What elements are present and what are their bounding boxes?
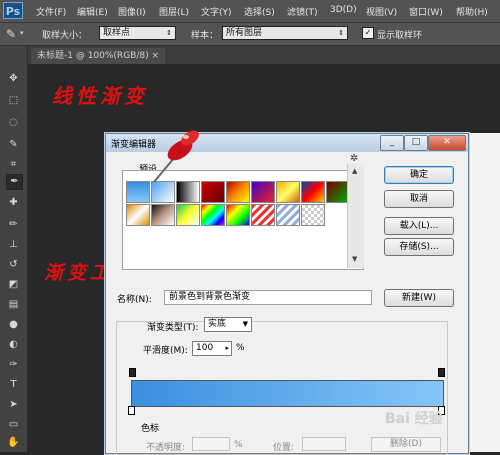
minimize-icon[interactable]: _ [380, 135, 404, 151]
eraser-tool-icon[interactable]: ◩ [6, 278, 21, 292]
name-label: 名称(N): [117, 295, 152, 305]
chevron-right-icon[interactable]: ▸ [225, 342, 229, 355]
menu-bar: Ps 文件(F) 编辑(E) 图像(I) 图层(L) 文字(Y) 选择(S) 滤… [0, 0, 500, 23]
preset-swatch[interactable] [151, 204, 175, 226]
type-tool-icon[interactable]: T [6, 378, 21, 392]
menu-view[interactable]: 视图(V) [366, 5, 397, 18]
maximize-icon[interactable]: □ [404, 135, 428, 151]
sample-select[interactable]: 所有图层 ⇕ [222, 26, 348, 40]
preset-swatch[interactable] [176, 204, 200, 226]
smoothness-field[interactable]: 100 ▸ [192, 341, 232, 356]
path-select-tool-icon[interactable]: ➤ [6, 398, 21, 412]
crop-tool-icon[interactable]: ⌗ [6, 158, 21, 172]
location-label: 位置: [273, 443, 295, 453]
clone-stamp-tool-icon[interactable]: ⊥ [6, 238, 21, 252]
lasso-tool-icon[interactable]: ◌ [6, 116, 21, 130]
preset-swatch[interactable] [301, 204, 325, 226]
shape-tool-icon[interactable]: ▭ [6, 418, 21, 432]
delete-button[interactable]: 删除(D) [371, 437, 441, 452]
preset-swatch[interactable] [251, 204, 275, 226]
opacity-stop-left[interactable] [129, 368, 136, 377]
show-ring-label: 显示取样环 [377, 31, 423, 41]
menu-3d[interactable]: 3D(D) [330, 5, 357, 15]
preset-swatch[interactable] [301, 181, 325, 203]
menu-select[interactable]: 选择(S) [244, 5, 275, 18]
brush-tool-icon[interactable]: ✏ [6, 218, 21, 232]
document-tab[interactable]: 未标题-1 @ 100%(RGB/8) × [31, 48, 166, 64]
sample-label: 样本： [191, 31, 219, 41]
hand-tool-icon[interactable]: ✋ [6, 436, 21, 450]
quick-select-tool-icon[interactable]: ✎ [6, 138, 21, 152]
chevron-down-icon: ▼ [242, 320, 248, 328]
menu-edit[interactable]: 编辑(E) [77, 5, 108, 18]
menu-image[interactable]: 图像(I) [118, 5, 146, 18]
healing-brush-tool-icon[interactable]: ✚ [6, 196, 21, 210]
dodge-tool-icon[interactable]: ◐ [6, 338, 21, 352]
opacity-field[interactable] [192, 437, 230, 451]
watermark: Bai 经验 [385, 411, 443, 427]
gradient-tool-icon[interactable]: ▤ [6, 298, 21, 312]
chevron-down-icon[interactable]: ▾ [20, 29, 24, 37]
menu-file[interactable]: 文件(F) [36, 5, 66, 18]
smoothness-unit: % [236, 343, 245, 353]
scroll-up-icon[interactable]: ▲ [352, 167, 357, 175]
name-field[interactable]: 前景色到背景色渐变 [164, 290, 372, 305]
menu-layer[interactable]: 图层(L) [159, 5, 189, 18]
document-tab-bar: 未标题-1 @ 100%(RGB/8) × [27, 46, 500, 64]
photoshop-logo: Ps [3, 2, 23, 19]
gear-icon[interactable]: ✲ [350, 153, 358, 164]
pen-tool-icon[interactable]: ✑ [6, 358, 21, 372]
preset-swatch[interactable] [251, 181, 275, 203]
sample-size-select[interactable]: 取样点 ⇕ [99, 26, 176, 40]
marquee-tool-icon[interactable]: ⬚ [6, 94, 21, 108]
preset-swatch[interactable] [126, 181, 150, 203]
tools-panel: ✥ ⬚ ◌ ✎ ⌗ ✒ ✚ ✏ ⊥ ↺ ◩ ▤ ● ◐ ✑ T ➤ ▭ ✋ [0, 46, 28, 452]
smoothness-label: 平滑度(M): [143, 346, 188, 356]
opacity-label: 不透明度: [146, 443, 186, 453]
load-button[interactable]: 载入(L)... [384, 217, 454, 235]
opacity-stop-right[interactable] [438, 368, 445, 377]
gradient-preview-bar[interactable] [131, 380, 444, 407]
gradient-type-select[interactable]: 实底 ▼ [204, 317, 252, 332]
show-ring-checkbox[interactable]: ✓ [362, 27, 374, 39]
scroll-down-icon[interactable]: ▼ [352, 255, 357, 263]
stops-label: 色标 [141, 424, 160, 434]
opacity-unit: % [234, 440, 243, 450]
save-button[interactable]: 存储(S)... [384, 238, 454, 256]
preset-swatch[interactable] [226, 204, 250, 226]
preset-swatch[interactable] [201, 204, 225, 226]
preset-swatch[interactable] [276, 181, 300, 203]
menu-filter[interactable]: 滤镜(T) [287, 5, 318, 18]
menu-help[interactable]: 帮助(H) [456, 5, 488, 18]
location-field[interactable] [302, 437, 346, 451]
move-tool-icon[interactable]: ✥ [6, 72, 21, 86]
close-icon[interactable]: × [151, 51, 159, 61]
annotation-linear-gradient: 线性渐变 [52, 84, 148, 108]
chevron-updown-icon: ⇕ [338, 29, 344, 37]
cancel-button[interactable]: 取消 [384, 190, 454, 208]
blur-tool-icon[interactable]: ● [6, 318, 21, 332]
preset-swatch[interactable] [276, 204, 300, 226]
canvas-document [466, 133, 500, 452]
history-brush-tool-icon[interactable]: ↺ [6, 258, 21, 272]
pushpin-icon [150, 128, 206, 189]
menu-window[interactable]: 窗口(W) [409, 5, 443, 18]
new-button[interactable]: 新建(W) [384, 289, 454, 307]
eyedropper-icon[interactable]: ✎ [6, 27, 16, 41]
preset-swatch[interactable] [226, 181, 250, 203]
sample-size-label: 取样大小： [42, 31, 88, 41]
eyedropper-tool-icon[interactable]: ✒ [6, 174, 23, 190]
menu-type[interactable]: 文字(Y) [201, 5, 232, 18]
gradient-type-label: 渐变类型(T): [147, 323, 199, 333]
presets-scrollbar[interactable]: ▲ ▼ [347, 164, 364, 268]
preset-swatch[interactable] [126, 204, 150, 226]
close-icon[interactable]: ✕ [428, 135, 466, 151]
ok-button[interactable]: 确定 [384, 166, 454, 184]
chevron-updown-icon: ⇕ [166, 29, 172, 37]
color-stop-left[interactable] [128, 406, 135, 415]
